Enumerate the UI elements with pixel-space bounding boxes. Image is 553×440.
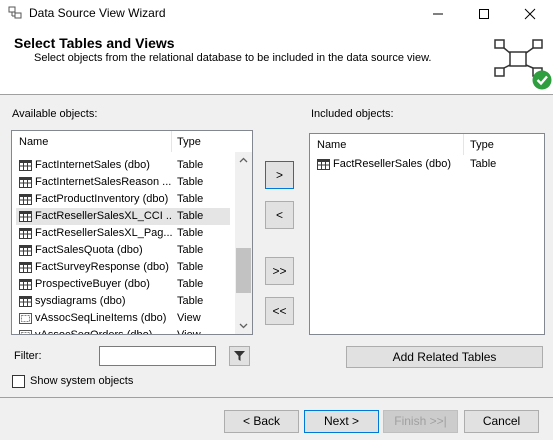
object-name: FactInternetSalesReason ... [35, 176, 172, 188]
table-icon [19, 194, 32, 205]
object-name: FactInternetSales (dbo) [35, 159, 150, 171]
view-icon [19, 313, 32, 324]
table-icon [317, 159, 330, 170]
object-name: ProspectiveBuyer (dbo) [35, 278, 150, 290]
next-button[interactable]: Next > [304, 410, 379, 433]
list-item[interactable]: FactInternetSales (dbo) Table [16, 157, 230, 174]
object-type: Table [177, 176, 204, 188]
add-related-tables-button[interactable]: Add Related Tables [346, 346, 543, 368]
cancel-button[interactable]: Cancel [464, 410, 539, 433]
list-item[interactable]: FactSurveyResponse (dbo) Table [16, 259, 230, 276]
minimize-icon [433, 13, 443, 15]
table-icon [19, 279, 32, 290]
column-divider [171, 131, 172, 152]
table-icon [19, 160, 32, 171]
filter-input[interactable] [99, 346, 216, 366]
name-column-header[interactable]: Name [317, 139, 346, 151]
filter-button[interactable] [229, 346, 250, 366]
type-column-header[interactable]: Type [470, 139, 494, 151]
page-subtitle: Select objects from the relational datab… [34, 52, 432, 64]
list-item[interactable]: FactResellerSales (dbo) Table [314, 156, 520, 173]
remove-selected-button[interactable]: < [265, 201, 294, 229]
wizard-header: Select Tables and Views Select objects f… [0, 27, 553, 95]
object-name: FactSurveyResponse (dbo) [35, 261, 169, 273]
list-item[interactable]: vAssocSeqLineItems (dbo) View [16, 310, 230, 327]
show-system-objects-checkbox[interactable] [12, 375, 25, 388]
object-name: FactResellerSalesXL_CCI ... [35, 210, 173, 222]
list-item[interactable]: FactResellerSalesXL_CCI ... Table [16, 208, 230, 225]
view-icon [19, 330, 32, 334]
funnel-icon [234, 351, 245, 361]
table-icon [19, 211, 32, 222]
page-title: Select Tables and Views [14, 35, 175, 51]
remove-all-button[interactable]: << [265, 297, 294, 325]
object-type: Table [177, 227, 204, 239]
list-item[interactable]: FactSalesQuota (dbo) Table [16, 242, 230, 259]
table-icon [19, 262, 32, 273]
window-title: Data Source View Wizard [29, 6, 166, 20]
object-type: Table [177, 244, 204, 256]
table-icon [19, 228, 32, 239]
app-icon [8, 6, 22, 19]
add-all-button[interactable]: >> [265, 257, 294, 285]
list-item[interactable]: FactResellerSalesXL_Pag... Table [16, 225, 230, 242]
object-name: vAssocSeqOrders (dbo) [35, 329, 153, 335]
table-icon [19, 296, 32, 307]
available-list-header: Name Type [12, 131, 252, 152]
object-name: FactResellerSales (dbo) [333, 158, 451, 170]
title-bar: Data Source View Wizard [0, 0, 553, 27]
included-objects-label: Included objects: [311, 108, 394, 120]
scroll-down-icon[interactable] [238, 320, 249, 331]
add-selected-button[interactable]: > [265, 161, 294, 189]
table-icon [19, 245, 32, 256]
scroll-up-icon[interactable] [238, 155, 249, 166]
object-type: Table [177, 210, 204, 222]
object-type: View [177, 329, 201, 335]
minimize-button[interactable] [415, 0, 461, 27]
object-type: Table [177, 261, 204, 273]
type-column-header[interactable]: Type [177, 136, 201, 148]
object-type: Table [177, 295, 204, 307]
column-divider [463, 134, 464, 155]
list-item[interactable]: sysdiagrams (dbo) Table [16, 293, 230, 310]
finish-button[interactable]: Finish >>| [383, 410, 458, 433]
object-name: FactSalesQuota (dbo) [35, 244, 143, 256]
list-item[interactable]: vAssocSeqOrders (dbo) View [16, 327, 230, 335]
included-objects-list[interactable]: Name Type FactResellerSales (dbo) Table [309, 133, 545, 335]
available-objects-label: Available objects: [12, 108, 98, 120]
back-button[interactable]: < Back [224, 410, 299, 433]
object-name: FactResellerSalesXL_Pag... [35, 227, 173, 239]
footer-divider [0, 397, 553, 398]
object-type: Table [177, 193, 204, 205]
object-type: Table [177, 159, 204, 171]
filter-label: Filter: [14, 350, 42, 362]
object-name: FactProductInventory (dbo) [35, 193, 169, 205]
available-objects-list[interactable]: Name Type FactInternetSales (dbo) Table Fa… [11, 130, 253, 335]
object-type: View [177, 312, 201, 324]
scroll-thumb[interactable] [236, 248, 251, 293]
object-name: sysdiagrams (dbo) [35, 295, 126, 307]
list-item[interactable]: FactInternetSalesReason ... Table [16, 174, 230, 191]
maximize-icon [479, 9, 489, 19]
object-type: Table [177, 278, 204, 290]
table-icon [19, 177, 32, 188]
available-scrollbar[interactable] [235, 152, 252, 334]
close-button[interactable] [507, 0, 553, 27]
maximize-button[interactable] [461, 0, 507, 27]
included-list-header: Name Type [310, 134, 544, 155]
object-name: vAssocSeqLineItems (dbo) [35, 312, 167, 324]
close-icon [524, 8, 536, 20]
object-type: Table [470, 158, 497, 170]
data-source-view-icon [494, 39, 552, 90]
list-item[interactable]: ProspectiveBuyer (dbo) Table [16, 276, 230, 293]
name-column-header[interactable]: Name [19, 136, 48, 148]
show-system-objects-label[interactable]: Show system objects [30, 375, 133, 387]
list-item[interactable]: FactProductInventory (dbo) Table [16, 191, 230, 208]
